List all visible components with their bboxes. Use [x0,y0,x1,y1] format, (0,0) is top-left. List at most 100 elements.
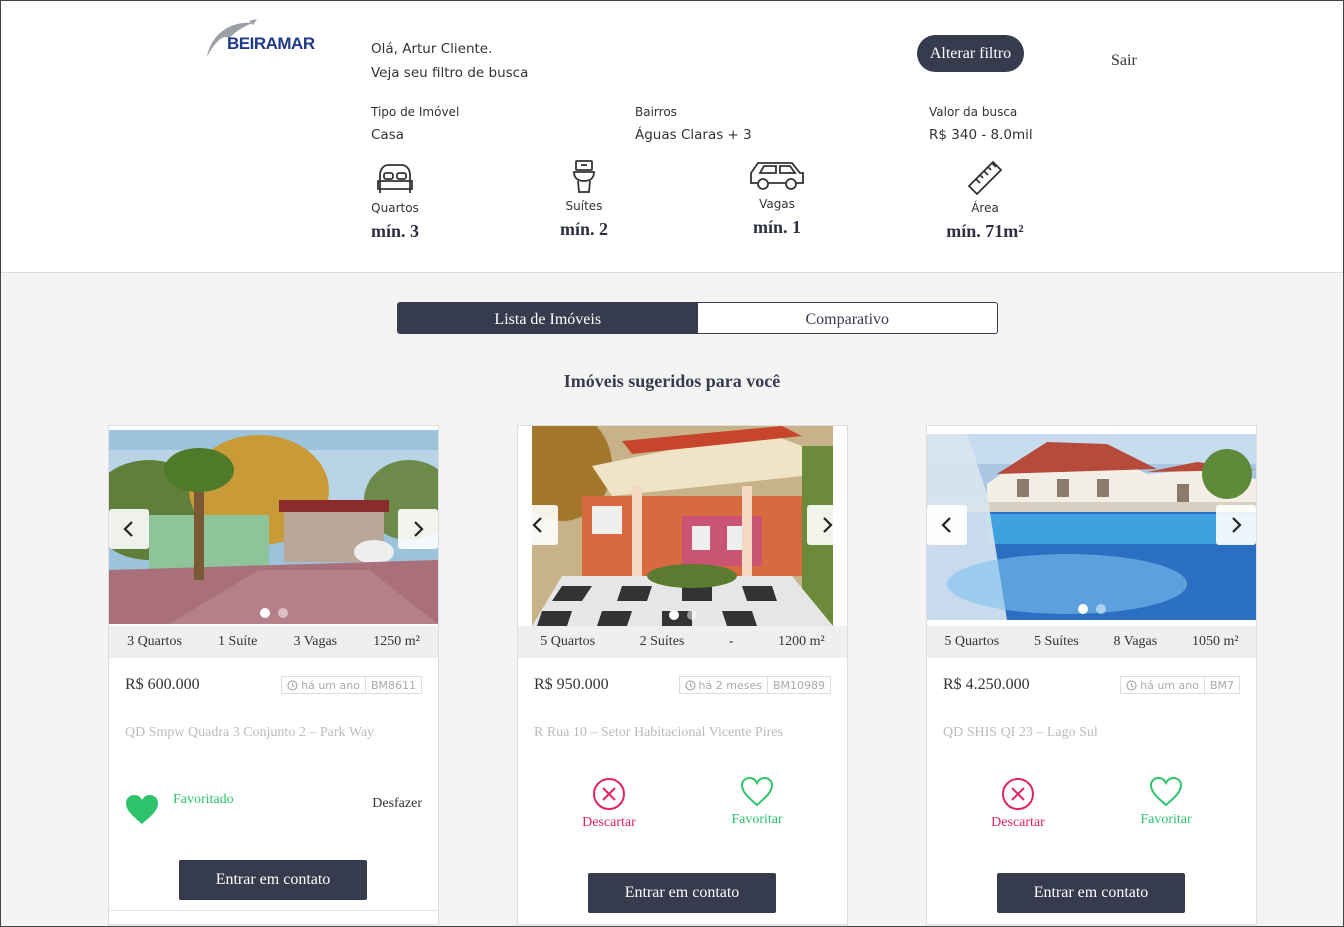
tab-comparison[interactable]: Comparativo [698,303,998,333]
feature-area-label: Área [971,201,999,215]
property-type-value: Casa [371,127,405,143]
neighborhoods-label: Bairros [635,105,677,119]
ruler-icon [967,160,1003,196]
chevron-right-icon [414,521,424,537]
property-card: 5 Quartos 2 Suítes - 1200 m² R$ 950.000 … [517,425,848,925]
property-price: R$ 950.000 [534,676,609,693]
bed-icon [377,164,413,193]
greeting-text: Olá, Artur Cliente. [371,41,493,57]
feature-parking-value: mín. 1 [752,217,801,237]
favorite-button[interactable]: Favoritar [707,776,807,828]
feature-bedrooms-label: Quartos [371,201,419,215]
property-image [109,430,438,624]
feature-area-value: mín. 71m² [946,221,1024,241]
chevron-left-icon [532,517,542,533]
favorite-button[interactable]: Favoritar [1116,776,1216,828]
listing-age-badge: há um ano [1120,676,1205,694]
discard-label: Descartar [582,815,636,830]
spec-suites: 5 Suítes [1034,634,1079,649]
feature-suites-label: Suítes [565,199,603,213]
photo-dot[interactable] [277,608,288,618]
toilet-icon [573,160,595,193]
chevron-left-icon [123,521,133,537]
discard-label: Descartar [991,815,1045,830]
discard-button[interactable]: Descartar [968,777,1068,831]
listing-age: há um ano [1140,678,1199,692]
photo-dot[interactable] [1077,604,1088,614]
property-image [532,426,833,626]
spec-parking: 8 Vagas [1113,634,1158,649]
heart-outline-icon [740,776,774,807]
spec-area: 1200 m² [778,634,825,649]
property-type-label: Tipo de Imóvel [371,105,460,119]
prev-photo-button[interactable] [927,505,967,545]
property-price: R$ 600.000 [125,676,200,693]
section-title: Imóveis sugeridos para você [563,371,781,391]
property-specs: 3 Quartos 1 Suíte 3 Vagas 1250 m² [109,626,438,658]
chevron-left-icon [941,517,951,533]
contact-button[interactable]: Entrar em contato [179,860,367,900]
close-circle-icon [593,778,625,810]
property-badges: há 2 meses BM10989 [678,676,831,694]
listing-age: há 2 meses [698,678,762,692]
next-photo-button[interactable] [398,509,438,549]
property-photo[interactable] [532,426,833,626]
logo-text: BEIRAMAR [227,34,315,53]
next-photo-button[interactable] [807,505,833,545]
alter-filter-button[interactable]: Alterar filtro [917,35,1024,72]
tab-property-list[interactable]: Lista de Imóveis [398,303,698,333]
property-price: R$ 4.250.000 [943,676,1030,693]
car-icon [750,162,804,190]
favorite-label: Favoritar [731,812,783,827]
clock-icon [684,679,696,691]
next-photo-button[interactable] [1216,505,1256,545]
feature-suites-value: mín. 2 [559,219,608,239]
property-address: QD Smpw Quadra 3 Conjunto 2 – Park Way [125,725,375,740]
photo-dot[interactable] [668,610,679,620]
property-card: 3 Quartos 1 Suíte 3 Vagas 1250 m² R$ 600… [108,425,439,925]
photo-indicator [927,604,1256,614]
property-address: R Rua 10 – Setor Habitacional Vicente Pi… [534,725,783,740]
listing-age-badge: há 2 meses [678,676,768,694]
photo-dot[interactable] [686,610,697,620]
spec-bedrooms: 5 Quartos [944,634,1000,649]
property-photo[interactable] [109,430,438,624]
property-specs: 5 Quartos 2 Suítes - 1200 m² [518,626,847,658]
property-specs: 5 Quartos 5 Suítes 8 Vagas 1050 m² [927,626,1256,658]
listing-code: BM8611 [365,676,422,694]
discard-button[interactable]: Descartar [559,777,659,831]
property-card: 5 Quartos 5 Suítes 8 Vagas 1050 m² R$ 4.… [926,425,1257,925]
property-address: QD SHIS QI 23 – Lago Sul [943,725,1098,740]
brand-logo[interactable]: BEIRAMAR [205,17,340,63]
photo-dot[interactable] [1095,604,1106,614]
prev-photo-button[interactable] [109,509,149,549]
listing-age: há um ano [301,678,360,692]
feature-bedrooms: Quartos mín. 3 [335,159,455,242]
prev-photo-button[interactable] [532,505,558,545]
contact-button[interactable]: Entrar em contato [997,873,1185,913]
photo-dot[interactable] [259,608,270,618]
spec-bedrooms: 5 Quartos [540,634,596,649]
favorite-label: Favoritar [1140,812,1192,827]
spec-area: 1050 m² [1191,634,1239,649]
clock-icon [287,679,298,691]
property-photo[interactable] [927,434,1256,620]
spec-suites: 1 Suíte [218,634,258,649]
card-divider [109,910,438,911]
price-range-value: R$ 340 - 8.0mil [929,127,1033,143]
photo-indicator [532,610,833,620]
contact-button[interactable]: Entrar em contato [588,873,776,913]
spec-bedrooms: 3 Quartos [127,634,182,649]
clock-icon [1126,679,1137,691]
feature-bedrooms-value: mín. 3 [370,221,419,241]
favorited-status: Favoritado [173,792,234,807]
feature-parking: Vagas mín. 1 [717,159,837,238]
heart-filled-icon[interactable] [125,794,159,826]
listing-code: BM7 [1204,676,1240,694]
undo-favorite-button[interactable]: Desfazer [372,796,422,812]
spec-area: 1250 m² [373,634,420,649]
property-badges: há um ano BM7 [1120,676,1240,694]
chevron-right-icon [823,517,833,533]
logout-link[interactable]: Sair [1111,52,1137,70]
heart-outline-icon [1149,776,1183,807]
